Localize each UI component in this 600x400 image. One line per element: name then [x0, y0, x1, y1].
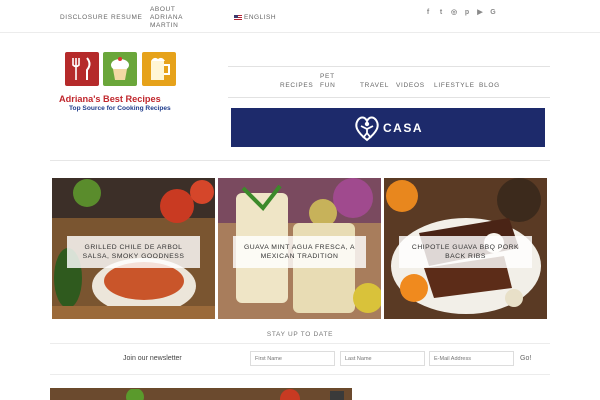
- language-label: ENGLISH: [244, 14, 277, 21]
- email-input[interactable]: [429, 351, 514, 366]
- nav-videos[interactable]: VIDEOS: [396, 81, 425, 90]
- topnav-about[interactable]: ABOUT ADRIANA MARTIN: [150, 6, 206, 30]
- card-title: GUAVA MINT AGUA FRESCA, A MEXICAN TRADIT…: [233, 236, 366, 268]
- site-logo[interactable]: Adriana's Best Recipes Top Source for Co…: [57, 52, 185, 116]
- newsletter-label: Join our newsletter: [123, 355, 182, 362]
- topnav-disclosure[interactable]: DISCLOSURE: [60, 14, 108, 22]
- banner-text: CASA: [382, 120, 423, 135]
- first-name-input[interactable]: [250, 351, 335, 366]
- divider: [50, 160, 550, 161]
- newsletter-form: Join our newsletter Go!: [50, 343, 550, 375]
- next-post-image[interactable]: [50, 388, 352, 400]
- cupcake-icon: [103, 52, 137, 86]
- instagram-icon[interactable]: ◎: [450, 8, 458, 16]
- top-bar: DISCLOSURE RESUME ABOUT ADRIANA MARTIN E…: [0, 0, 600, 33]
- logo-title: Adriana's Best Recipes: [59, 94, 161, 104]
- language-selector[interactable]: ENGLISH: [234, 14, 276, 21]
- googleplus-icon[interactable]: G: [489, 8, 497, 16]
- nav-pet-fun[interactable]: PET FUN: [320, 72, 342, 90]
- twitter-icon[interactable]: t: [437, 8, 445, 16]
- nav-travel[interactable]: TRAVEL: [360, 81, 389, 90]
- nav-lifestyle[interactable]: LIFESTYLE: [434, 81, 475, 90]
- featured-card-salsa[interactable]: GRILLED CHILE DE ARBOL SALSA, SMOKY GOOD…: [52, 178, 215, 319]
- card-title: CHIPOTLE GUAVA BBQ PORK BACK RIBS: [399, 236, 532, 268]
- casa-heart-logo-icon: [355, 116, 379, 141]
- logo-subtitle: Top Source for Cooking Recipes: [69, 105, 171, 112]
- beer-mug-icon: [142, 52, 176, 86]
- nav-blog[interactable]: BLOG: [479, 81, 500, 90]
- facebook-icon[interactable]: f: [424, 8, 432, 16]
- casa-banner[interactable]: CASA: [231, 108, 545, 147]
- card-title: GRILLED CHILE DE ARBOL SALSA, SMOKY GOOD…: [67, 236, 200, 268]
- social-links: f t ◎ p ▶ G: [424, 8, 497, 17]
- last-name-input[interactable]: [340, 351, 425, 366]
- topnav-resume[interactable]: RESUME: [111, 14, 142, 22]
- pinterest-icon[interactable]: p: [463, 8, 471, 16]
- nav-recipes[interactable]: RECIPES: [280, 81, 313, 90]
- featured-card-agua-fresca[interactable]: GUAVA MINT AGUA FRESCA, A MEXICAN TRADIT…: [218, 178, 381, 319]
- youtube-icon[interactable]: ▶: [476, 8, 484, 16]
- featured-card-ribs[interactable]: CHIPOTLE GUAVA BBQ PORK BACK RIBS: [384, 178, 547, 319]
- us-flag-icon: [234, 15, 242, 20]
- newsletter-submit-button[interactable]: Go!: [520, 355, 531, 362]
- newsletter-heading: STAY UP TO DATE: [266, 331, 334, 338]
- main-nav: RECIPES PET FUN TRAVEL VIDEOS LIFESTYLE …: [228, 66, 550, 98]
- fork-knife-icon: [65, 52, 99, 86]
